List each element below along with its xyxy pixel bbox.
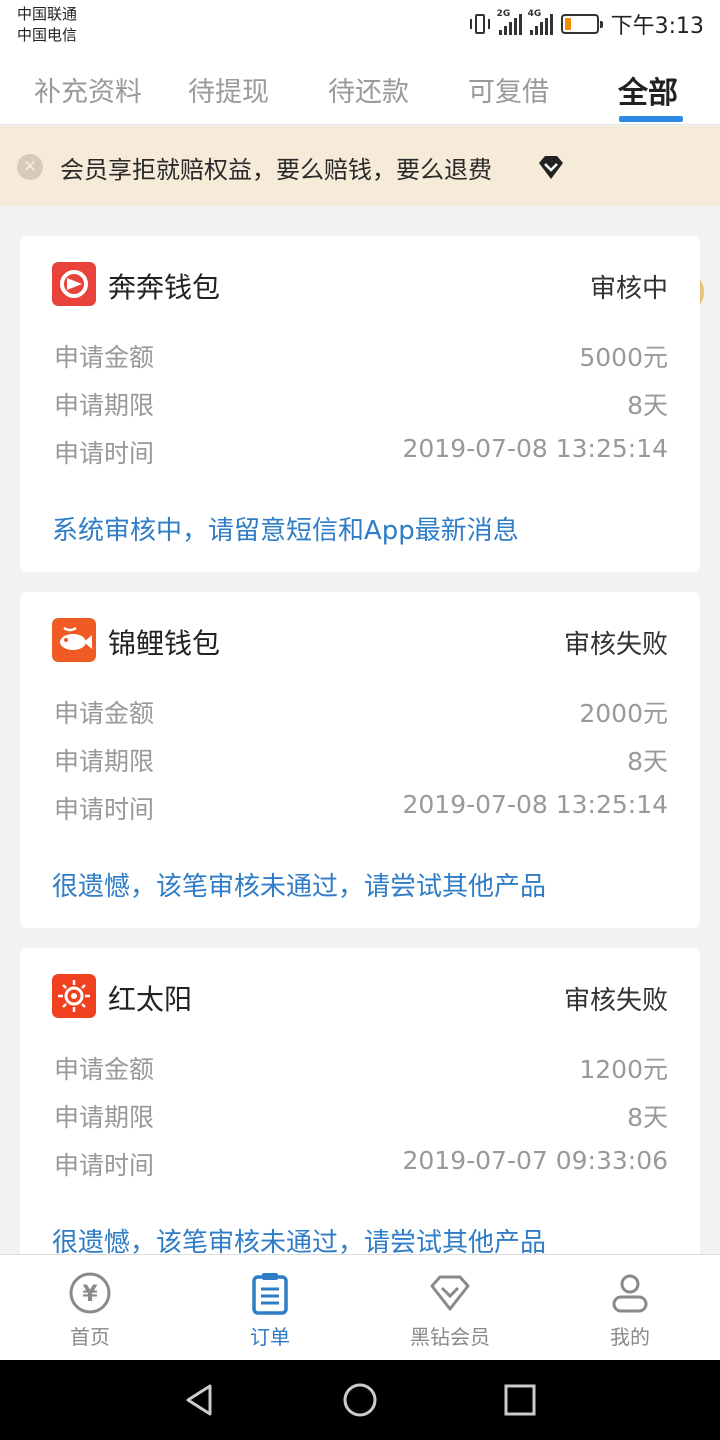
active-tab-indicator	[619, 116, 683, 122]
time-row: 申请时间 2019-07-07 09:33:06	[54, 1146, 668, 1180]
time-value: 2019-07-08 13:25:14	[402, 434, 668, 463]
amount-value: 2000元	[579, 699, 668, 728]
yen-coin-icon: ¥	[69, 1272, 111, 1314]
product-name: 锦鲤钱包	[108, 627, 221, 660]
order-card[interactable]: 锦鲤钱包 审核失败 申请金额 2000元 申请期限 8天 申请时间 2019-0…	[20, 592, 700, 928]
close-icon[interactable]: ✕	[17, 154, 43, 180]
bottom-nav: ¥ 首页 订单 黑钻会员 我的	[0, 1254, 720, 1360]
system-nav-bar	[0, 1360, 720, 1440]
order-card[interactable]: 红太阳 审核失败 申请金额 1200元 申请期限 8天 申请时间 2019-07…	[20, 948, 700, 1254]
time-value: 2019-07-08 13:25:14	[402, 790, 668, 819]
benben-wallet-logo-icon	[52, 262, 96, 306]
recents-icon[interactable]	[500, 1380, 540, 1420]
amount-row: 申请金额 2000元	[54, 694, 668, 730]
tab-pending-withdraw[interactable]: 待提现	[188, 70, 269, 109]
term-row: 申请期限 8天	[54, 742, 668, 778]
vibrate-icon	[469, 13, 491, 35]
term-row: 申请期限 8天	[54, 386, 668, 422]
product-name: 奔奔钱包	[108, 271, 221, 304]
status-bar: 中国联通 中国电信 2G 4G 下午3:13	[0, 0, 720, 50]
nav-label: 订单	[250, 1325, 290, 1349]
diamond-icon	[430, 1275, 470, 1311]
nav-black-diamond[interactable]: 黑钻会员	[360, 1255, 540, 1361]
tab-supplement[interactable]: 补充资料	[34, 70, 142, 109]
tab-all[interactable]: 全部	[618, 68, 678, 112]
term-value: 8天	[627, 1103, 668, 1132]
nav-label: 首页	[70, 1325, 110, 1349]
diamond-icon	[539, 156, 563, 179]
back-icon[interactable]	[180, 1380, 220, 1420]
order-tabs: 补充资料 待提现 待还款 可复借 全部	[0, 50, 720, 125]
nav-label: 黑钻会员	[410, 1325, 490, 1349]
amount-row: 申请金额 5000元	[54, 338, 668, 374]
amount-value: 5000元	[579, 343, 668, 372]
carrier-2: 中国电信	[17, 26, 78, 44]
time-row: 申请时间 2019-07-08 13:25:14	[54, 790, 668, 824]
carrier-info: 中国联通 中国电信	[17, 4, 77, 46]
order-status: 审核失败	[563, 630, 668, 660]
term-row: 申请期限 8天	[54, 1098, 668, 1134]
status-message: 很遗憾，该笔审核未通过，请尝试其他产品	[52, 1228, 547, 1254]
carrier-1: 中国联通	[17, 5, 78, 23]
home-icon[interactable]	[340, 1380, 380, 1420]
battery-icon	[560, 14, 603, 34]
membership-banner: ✕ 会员享拒就赔权益，要么赔钱，要么退费 开通	[0, 126, 720, 316]
status-message: 系统审核中，请留意短信和App最新消息	[52, 516, 519, 546]
signal-icon: 4G	[528, 9, 553, 35]
clock: 下午3:13	[610, 14, 704, 39]
nav-home[interactable]: ¥ 首页	[0, 1255, 180, 1361]
order-card[interactable]: 奔奔钱包 审核中 申请金额 5000元 申请期限 8天 申请时间 2019-07…	[20, 236, 700, 572]
amount-row: 申请金额 1200元	[54, 1050, 668, 1086]
term-value: 8天	[627, 747, 668, 776]
nav-label: 我的	[610, 1325, 650, 1349]
order-status: 审核失败	[563, 986, 668, 1016]
clipboard-list-icon	[252, 1273, 288, 1315]
banner-text: 会员享拒就赔权益，要么赔钱，要么退费	[60, 156, 492, 184]
nav-orders[interactable]: 订单	[180, 1255, 360, 1361]
time-row: 申请时间 2019-07-08 13:25:14	[54, 434, 668, 468]
signal-icon: 2G	[497, 9, 522, 35]
person-icon	[612, 1274, 648, 1313]
tab-reborrow[interactable]: 可复借	[468, 70, 549, 109]
red-sun-logo-icon	[52, 974, 96, 1018]
amount-value: 1200元	[579, 1055, 668, 1084]
term-value: 8天	[627, 391, 668, 420]
tab-pending-repay[interactable]: 待还款	[328, 70, 409, 109]
nav-me[interactable]: 我的	[540, 1255, 720, 1361]
koi-wallet-logo-icon	[52, 618, 96, 662]
status-message: 很遗憾，该笔审核未通过，请尝试其他产品	[52, 872, 547, 902]
order-status: 审核中	[589, 274, 668, 304]
product-name: 红太阳	[108, 983, 193, 1016]
time-value: 2019-07-07 09:33:06	[402, 1146, 668, 1175]
svg-text:¥: ¥	[82, 1282, 98, 1307]
